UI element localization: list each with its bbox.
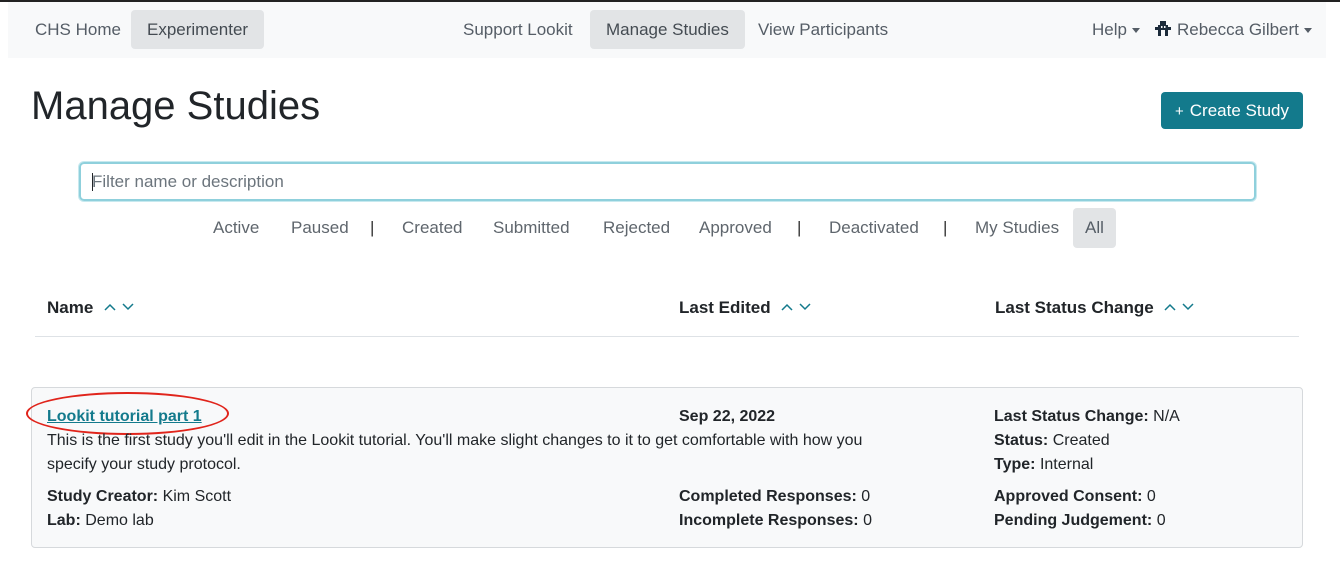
- nav-help-label: Help: [1092, 20, 1127, 39]
- study-type: Type: Internal: [994, 453, 1093, 477]
- filter-created[interactable]: Created: [390, 208, 474, 248]
- filter-paused[interactable]: Paused: [279, 208, 361, 248]
- status-change-value: N/A: [1153, 408, 1180, 425]
- pending-value: 0: [1156, 512, 1166, 529]
- filter-separator: |: [797, 218, 802, 237]
- status-label: Status:: [994, 432, 1049, 449]
- column-header-last-status-change: Last Status Change: [995, 298, 1194, 318]
- nav-manage-studies[interactable]: Manage Studies: [590, 10, 745, 49]
- column-header-name: Name: [47, 298, 134, 318]
- study-lab: Lab: Demo lab: [47, 509, 154, 533]
- sort-chevrons-icon[interactable]: [781, 301, 811, 313]
- filter-my-studies[interactable]: My Studies: [963, 208, 1071, 248]
- nav-user-dropdown[interactable]: Rebecca Gilbert: [1139, 10, 1328, 49]
- nav-experimenter[interactable]: Experimenter: [131, 10, 265, 49]
- study-description-line2: specify your study protocol.: [47, 456, 241, 473]
- column-last-status-label: Last Status Change: [995, 298, 1154, 317]
- create-study-button[interactable]: + Create Study: [1161, 92, 1303, 129]
- type-value: Internal: [1039, 456, 1094, 473]
- nav-view-participants[interactable]: View Participants: [742, 10, 904, 49]
- incomplete-value: 0: [863, 512, 872, 529]
- column-name-label: Name: [47, 298, 94, 317]
- filter-deactivated[interactable]: Deactivated: [817, 208, 931, 248]
- plus-icon: +: [1175, 103, 1184, 120]
- study-creator-label: Study Creator:: [47, 488, 159, 505]
- study-lab-label: Lab:: [47, 512, 81, 529]
- filter-separator: |: [943, 218, 948, 237]
- column-header-last-edited: Last Edited: [679, 298, 811, 318]
- study-last-status-change: Last Status Change: N/A: [994, 405, 1180, 429]
- filter-separator: |: [370, 218, 375, 237]
- approved-consent-value: 0: [1146, 488, 1156, 505]
- header-divider: [35, 336, 1299, 337]
- status-value: Created: [1052, 432, 1110, 449]
- study-incomplete-responses: Incomplete Responses: 0: [679, 509, 872, 533]
- column-last-edited-label: Last Edited: [679, 298, 771, 317]
- nav-support-lookit[interactable]: Support Lookit: [447, 10, 589, 49]
- filter-submitted[interactable]: Submitted: [481, 208, 582, 248]
- page-title: Manage Studies: [31, 84, 321, 128]
- sort-chevrons-icon[interactable]: [104, 301, 134, 313]
- nav-chs-home[interactable]: CHS Home: [19, 10, 137, 49]
- completed-label: Completed Responses:: [679, 488, 857, 505]
- pending-label: Pending Judgement:: [994, 512, 1153, 529]
- study-approved-consent: Approved Consent: 0: [994, 485, 1156, 509]
- create-study-label: Create Study: [1189, 101, 1289, 120]
- study-pending-judgement: Pending Judgement: 0: [994, 509, 1166, 533]
- user-icon: [1155, 20, 1171, 36]
- filter-approved[interactable]: Approved: [687, 208, 784, 248]
- sort-chevrons-icon[interactable]: [1164, 301, 1194, 313]
- incomplete-label: Incomplete Responses:: [679, 512, 859, 529]
- study-completed-responses: Completed Responses: 0: [679, 485, 870, 509]
- top-navbar: CHS Home Experimenter Support Lookit Man…: [8, 2, 1326, 58]
- filter-rejected[interactable]: Rejected: [591, 208, 682, 248]
- chevron-down-icon: [1303, 28, 1312, 34]
- completed-value: 0: [861, 488, 871, 505]
- study-lab-value: Demo lab: [85, 512, 154, 529]
- nav-user-name: Rebecca Gilbert: [1177, 20, 1299, 39]
- approved-consent-label: Approved Consent:: [994, 488, 1143, 505]
- study-creator: Study Creator: Kim Scott: [47, 485, 231, 509]
- search-input[interactable]: Filter name or description: [79, 162, 1256, 201]
- study-description-line1: This is the first study you'll edit in t…: [47, 432, 863, 449]
- study-creator-value: Kim Scott: [162, 488, 232, 505]
- status-change-label: Last Status Change:: [994, 408, 1149, 425]
- filter-all[interactable]: All: [1073, 208, 1116, 248]
- study-status: Status: Created: [994, 429, 1110, 453]
- filter-active[interactable]: Active: [201, 208, 271, 248]
- study-last-edited: Sep 22, 2022: [679, 408, 776, 425]
- type-label: Type:: [994, 456, 1036, 473]
